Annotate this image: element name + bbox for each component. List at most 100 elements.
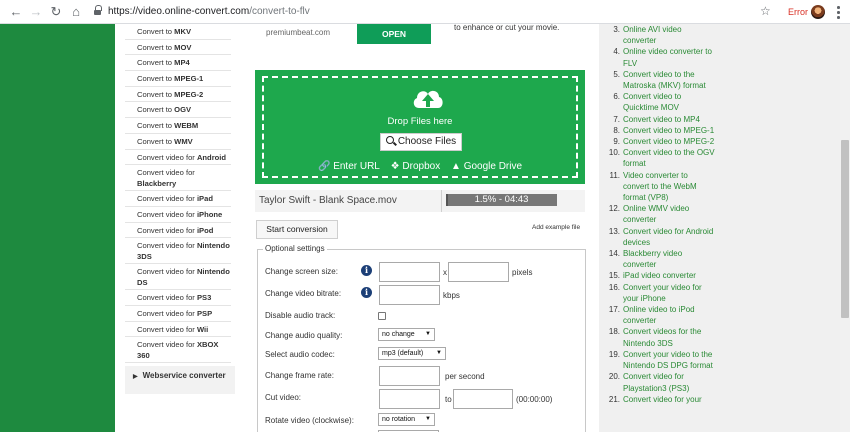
converter-list-item[interactable]: 7. Convert video to MP4 bbox=[606, 114, 716, 125]
sidebar-item-prefix: Convert video for bbox=[137, 168, 195, 178]
sidebar-webservice-converter[interactable]: ▶ Webservice converter bbox=[125, 366, 235, 394]
converter-list-item[interactable]: 14. Blackberry video converter bbox=[606, 248, 716, 270]
sidebar-item-format: MPEG-2 bbox=[174, 89, 204, 99]
cut-end-input[interactable] bbox=[453, 389, 513, 409]
x-separator: x bbox=[443, 268, 447, 277]
list-link-text: Convert video to Quicktime MOV bbox=[623, 92, 682, 113]
screen-width-input[interactable] bbox=[379, 262, 440, 282]
converter-list-item[interactable]: 3. Online AVI video converter bbox=[606, 24, 716, 46]
audio-codec-select[interactable]: mp3 (default) ▼ bbox=[378, 347, 446, 360]
converter-list-item[interactable]: 5. Convert video to the Matroska (MKV) fo… bbox=[606, 69, 716, 91]
list-number: 13. bbox=[608, 226, 620, 236]
list-link-text: Video converter to convert to the WebM f… bbox=[623, 170, 697, 203]
converter-list-item[interactable]: 11. Video converter to convert to the Web… bbox=[606, 170, 716, 204]
converter-list-item[interactable]: 15. iPad video converter bbox=[606, 270, 716, 281]
upload-progress-bar: 1.5% - 04:43 bbox=[446, 194, 557, 206]
converter-list-item[interactable]: 19. Convert your video to the Nintendo DS… bbox=[606, 349, 716, 371]
sidebar-item-prefix: Convert video for bbox=[137, 225, 197, 235]
choose-files-button[interactable]: Choose Files bbox=[380, 133, 462, 151]
sidebar-item[interactable]: Convert video for Android bbox=[125, 150, 231, 166]
sidebar-item[interactable]: Convert video for iPad bbox=[125, 191, 231, 207]
per-second-unit: per second bbox=[445, 372, 485, 381]
url-path: /convert-to-flv bbox=[249, 6, 310, 17]
sidebar-item-prefix: Convert video for bbox=[137, 267, 197, 277]
enter-url-link[interactable]: 🔗 Enter URL bbox=[318, 161, 380, 172]
sidebar-item[interactable]: Convert to MKV bbox=[125, 24, 231, 40]
progress-text: 1.5% - 04:43 bbox=[474, 194, 529, 205]
cut-start-input[interactable] bbox=[379, 389, 440, 409]
converter-list-item[interactable]: 9. Convert video to MPEG-2 bbox=[606, 136, 716, 147]
sidebar-item-prefix: Convert video for bbox=[137, 293, 197, 303]
home-icon[interactable]: ⌂ bbox=[68, 4, 84, 20]
sidebar-item[interactable]: Convert video for iPod bbox=[125, 223, 231, 239]
sidebar-item[interactable]: Convert to MPEG-1 bbox=[125, 71, 231, 87]
converter-list-item[interactable]: 6. Convert video to Quicktime MOV bbox=[606, 91, 716, 113]
add-example-file-link[interactable]: Add example file bbox=[532, 224, 580, 231]
info-icon[interactable]: i bbox=[361, 265, 372, 276]
list-link-text: Convert video to the OGV format bbox=[623, 148, 715, 169]
kbps-unit: kbps bbox=[443, 291, 460, 300]
screen-height-input[interactable] bbox=[448, 262, 509, 282]
address-bar[interactable]: https://video.online-convert.com/convert… bbox=[88, 3, 648, 21]
menu-dots-icon[interactable] bbox=[834, 3, 842, 21]
drop-zone[interactable]: Drop Files here Choose Files 🔗 Enter URL… bbox=[255, 70, 585, 184]
disable-audio-checkbox[interactable] bbox=[378, 312, 386, 320]
chevron-down-icon: ▼ bbox=[425, 331, 431, 337]
sidebar-item[interactable]: Convert to WEBM bbox=[125, 118, 231, 134]
converter-list-item[interactable]: 13. Convert video for Android devices bbox=[606, 226, 716, 248]
sidebar-item[interactable]: Convert video for PSP bbox=[125, 306, 231, 322]
list-number: 12. bbox=[608, 204, 620, 214]
sidebar-item[interactable]: Convert video for Nintendo 3DS bbox=[125, 238, 231, 265]
converter-list-item[interactable]: 4. Online video converter to FLV bbox=[606, 46, 716, 68]
list-link-text: iPad video converter bbox=[623, 271, 696, 281]
forward-icon[interactable]: → bbox=[28, 4, 44, 20]
start-conversion-button[interactable]: Start conversion bbox=[256, 220, 338, 239]
sidebar-item[interactable]: Convert to MOV bbox=[125, 40, 231, 56]
profile-error-button[interactable]: Error bbox=[784, 4, 828, 20]
converter-list-item[interactable]: 17. Online video to iPod converter bbox=[606, 304, 716, 326]
converter-list-item[interactable]: 12. Online WMV video converter bbox=[606, 203, 716, 225]
frame-rate-input[interactable] bbox=[379, 366, 440, 386]
dropbox-link[interactable]: ❖ Dropbox bbox=[391, 161, 441, 172]
sidebar-item[interactable]: Convert to MPEG-2 bbox=[125, 87, 231, 103]
sidebar-item[interactable]: Convert to WMV bbox=[125, 134, 231, 150]
converter-list: 3. Online AVI video converter 4. Online vid… bbox=[606, 24, 716, 405]
reload-icon[interactable]: ↻ bbox=[48, 4, 64, 20]
sidebar-item[interactable]: Convert to OGV bbox=[125, 102, 231, 119]
sidebar: Convert to MKV Convert to MOV Convert to M… bbox=[115, 24, 241, 432]
sidebar-item[interactable]: Convert video for PS3 bbox=[125, 290, 231, 306]
list-number: 8. bbox=[613, 125, 620, 135]
list-number: 19. bbox=[608, 349, 620, 359]
sidebar-item[interactable]: Convert video for Nintendo DS bbox=[125, 264, 231, 291]
sidebar-item-format: OGV bbox=[174, 105, 192, 115]
dropbox-label: Dropbox bbox=[402, 161, 441, 172]
converter-list-item[interactable]: 21. Convert video for your bbox=[606, 394, 716, 405]
list-link-text: Convert video to MP4 bbox=[623, 114, 700, 124]
sidebar-item[interactable]: Convert video for iPhone bbox=[125, 207, 231, 223]
open-button[interactable]: OPEN bbox=[357, 24, 431, 44]
sidebar-item[interactable]: Convert video for XBOX 360 bbox=[125, 337, 231, 364]
converter-list-item[interactable]: 10. Convert video to the OGV format bbox=[606, 147, 716, 169]
list-number: 17. bbox=[608, 305, 620, 315]
audio-quality-select[interactable]: no change ▼ bbox=[378, 328, 435, 341]
bookmark-star-icon[interactable]: ☆ bbox=[760, 4, 771, 18]
sidebar-item[interactable]: Convert to MP4 bbox=[125, 55, 231, 72]
rotate-select[interactable]: no rotation ▼ bbox=[378, 413, 435, 426]
bitrate-input[interactable] bbox=[379, 285, 440, 305]
google-drive-link[interactable]: ▲ Google Drive bbox=[451, 161, 522, 172]
list-number: 7. bbox=[613, 114, 620, 124]
converter-list-item[interactable]: 18. Convert videos for the Nintendo 3DS bbox=[606, 326, 716, 348]
converter-list-item[interactable]: 8. Convert video to MPEG-1 bbox=[606, 125, 716, 136]
scrollbar-thumb[interactable] bbox=[841, 140, 849, 318]
sidebar-item[interactable]: Convert video for Blackberry bbox=[125, 165, 231, 192]
drop-title: Drop Files here bbox=[387, 116, 453, 127]
list-link-text: Convert videos for the Nintendo 3DS bbox=[623, 327, 702, 348]
list-link-text: Convert your video to the Nintendo DS DP… bbox=[623, 349, 713, 371]
list-number: 14. bbox=[608, 249, 620, 259]
info-icon[interactable]: i bbox=[361, 287, 372, 298]
back-icon[interactable]: ← bbox=[8, 4, 24, 20]
converter-list-item[interactable]: 16. Convert your video for your iPhone bbox=[606, 282, 716, 304]
sidebar-item[interactable]: Convert video for Wii bbox=[125, 322, 231, 338]
screen-size-label: Change screen size: bbox=[265, 267, 338, 276]
converter-list-item[interactable]: 20. Convert video for Playstation3 (PS3) bbox=[606, 371, 716, 393]
